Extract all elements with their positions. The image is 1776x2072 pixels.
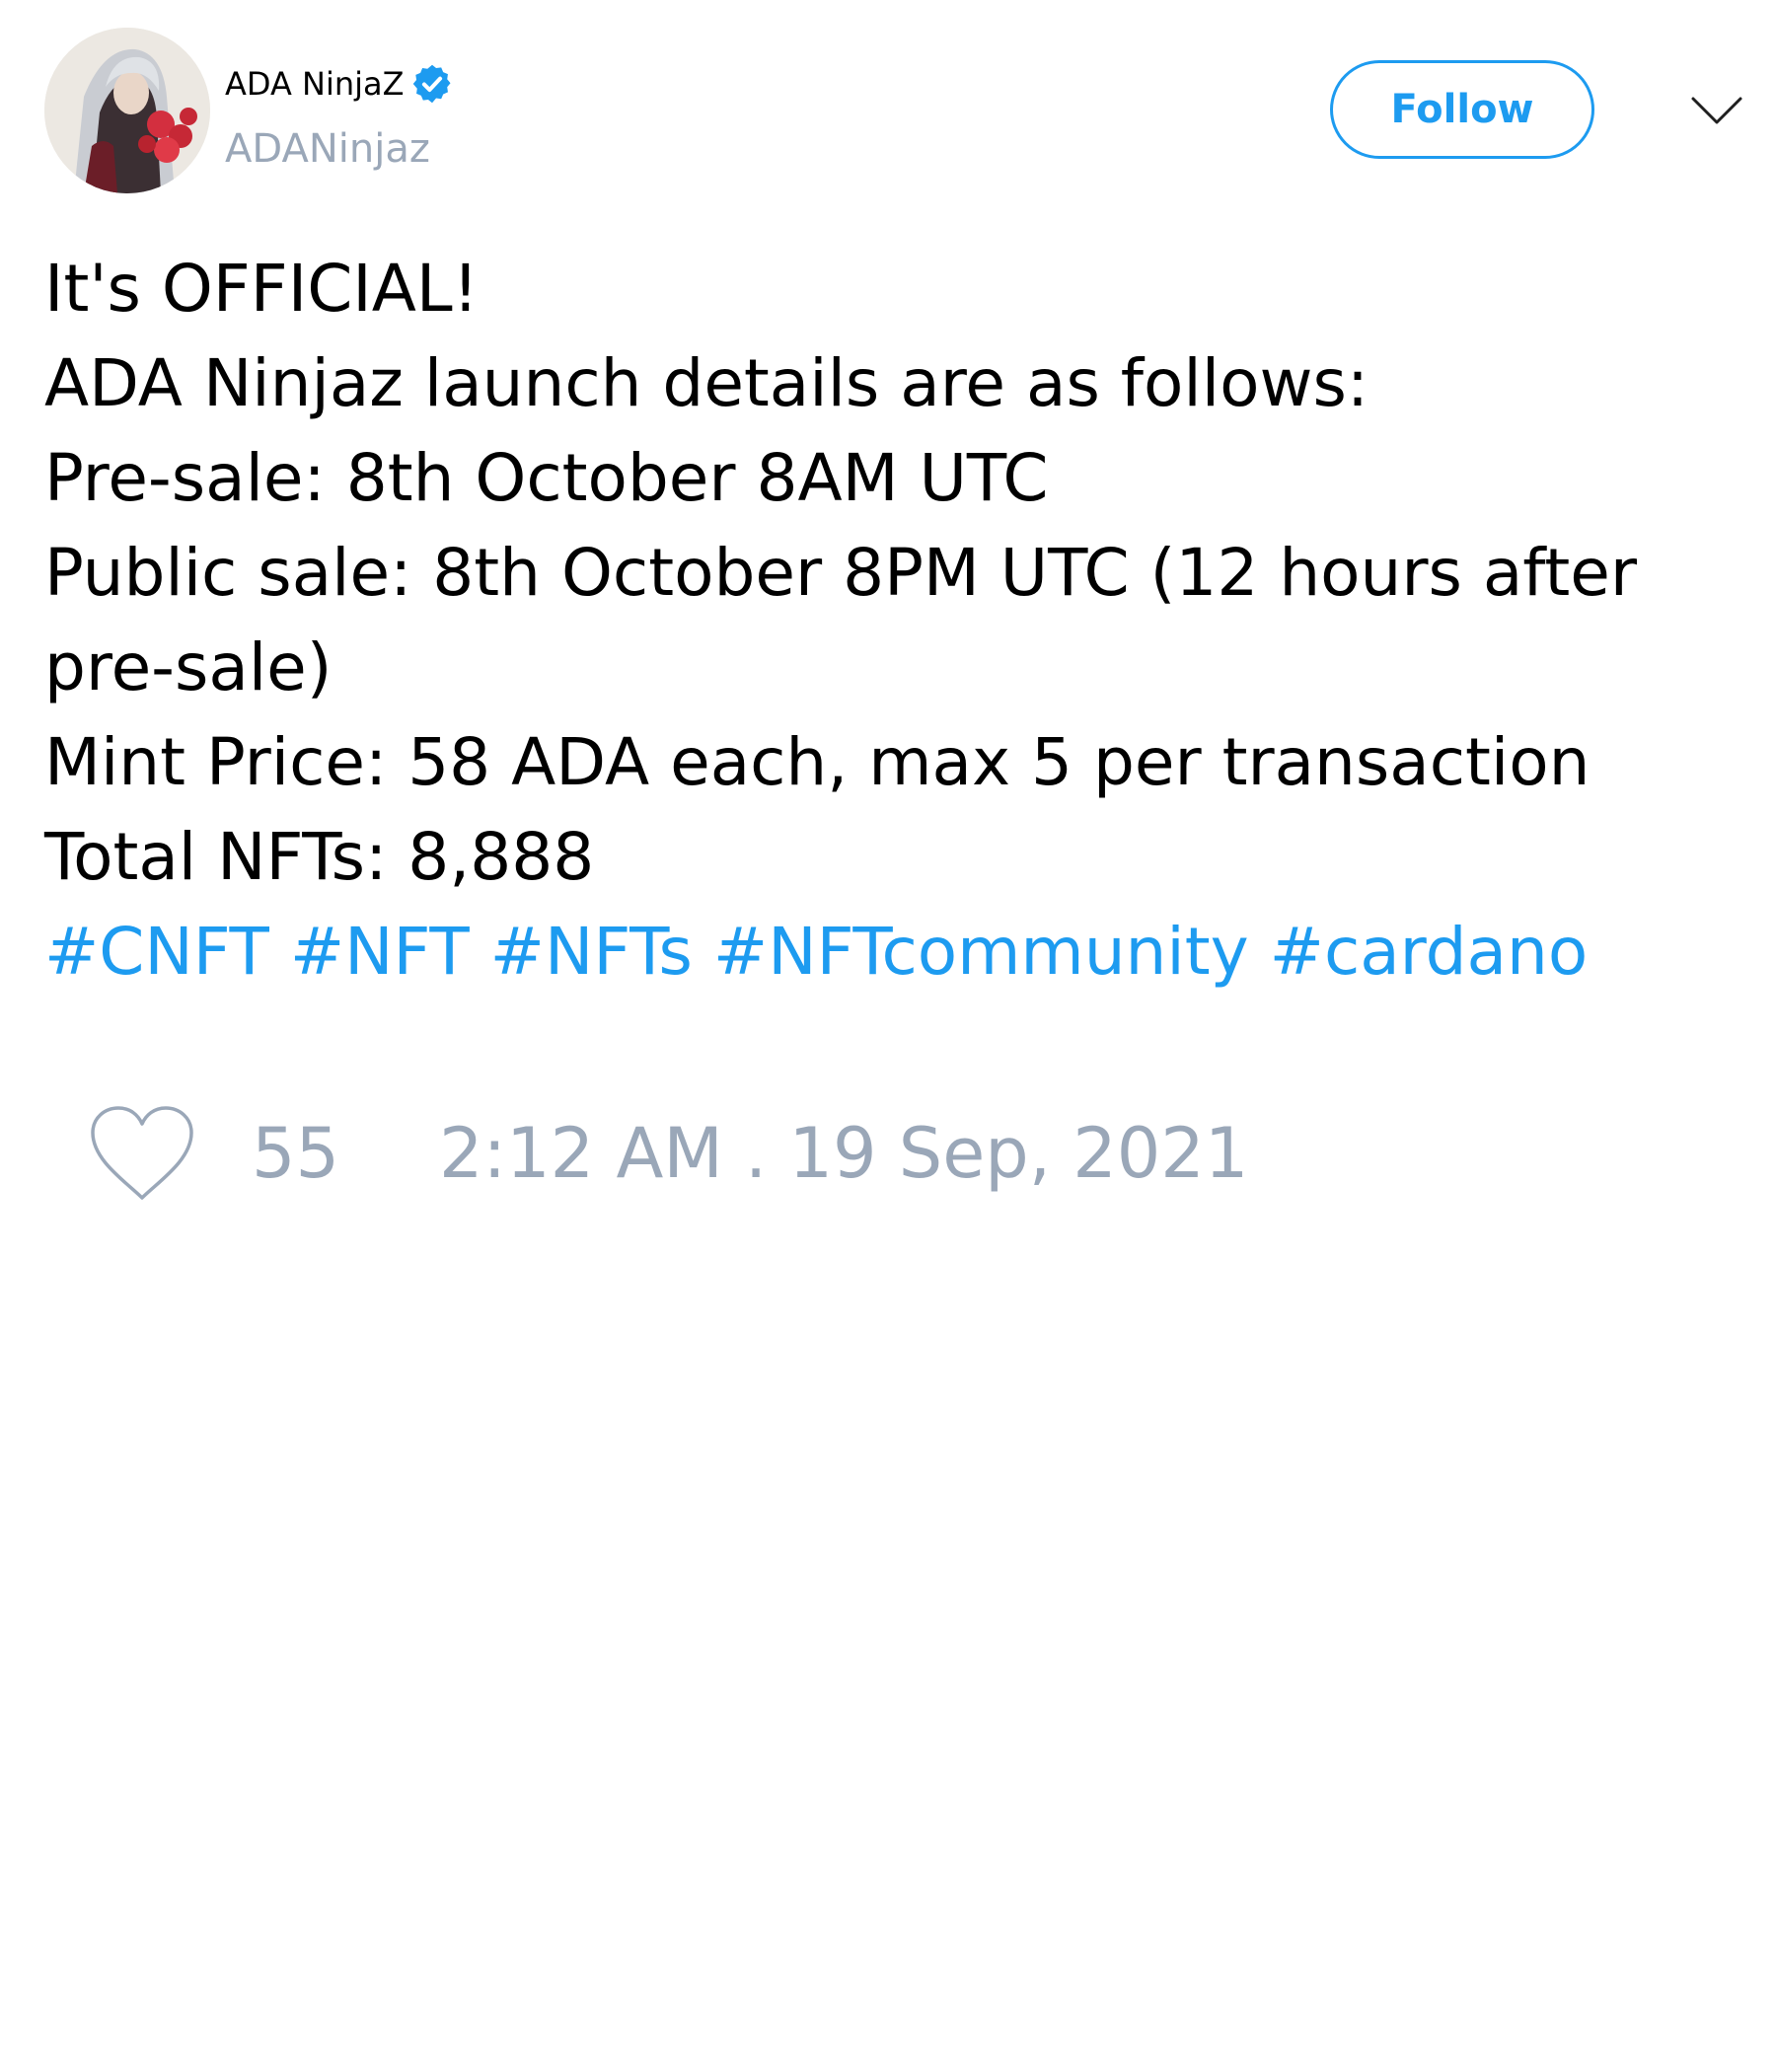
tweet-line: pre-sale) [44,629,333,705]
author-name-row[interactable]: ADA NinjaZ [225,63,454,105]
tweet-line: Public sale: 8th October 8PM UTC (12 hou… [44,535,1638,611]
verified-badge-icon [412,64,451,104]
tweet-line: ADA Ninjaz launch details are as follows… [44,345,1369,421]
hashtag-list: #CNFT #NFT #NFTs #NFTcommunity #cardano [44,905,1741,999]
avatar[interactable] [44,28,210,193]
tweet-timestamp[interactable]: 2:12 AM . 19 Sep, 2021 [439,1109,1248,1198]
follow-button[interactable]: Follow [1330,60,1594,159]
tweet-text: It's OFFICIAL! ADA Ninjaz launch details… [44,242,1741,999]
tweet-line: It's OFFICIAL! [44,251,480,327]
heart-icon[interactable] [87,1103,197,1204]
tweet-line: Total NFTs: 8,888 [44,819,595,895]
hashtag-link-nft[interactable]: #NFT [290,914,470,990]
tweet-line: Pre-sale: 8th October 8AM UTC [44,440,1049,516]
tweet-line: Mint Price: 58 ADA each, max 5 per trans… [44,724,1591,800]
avatar-image [44,28,210,193]
author-handle[interactable]: ADANinjaz [225,126,430,172]
hashtag-link-nftcommunity[interactable]: #NFTcommunity [713,914,1249,990]
chevron-down-icon[interactable] [1689,91,1744,130]
hashtag-link-cardano[interactable]: #cardano [1270,914,1589,990]
like-count: 55 [252,1113,340,1194]
hashtag-link-cnft[interactable]: #CNFT [44,914,269,990]
hashtag-link-nfts[interactable]: #NFTs [490,914,693,990]
display-name[interactable]: ADA NinjaZ [225,65,405,103]
